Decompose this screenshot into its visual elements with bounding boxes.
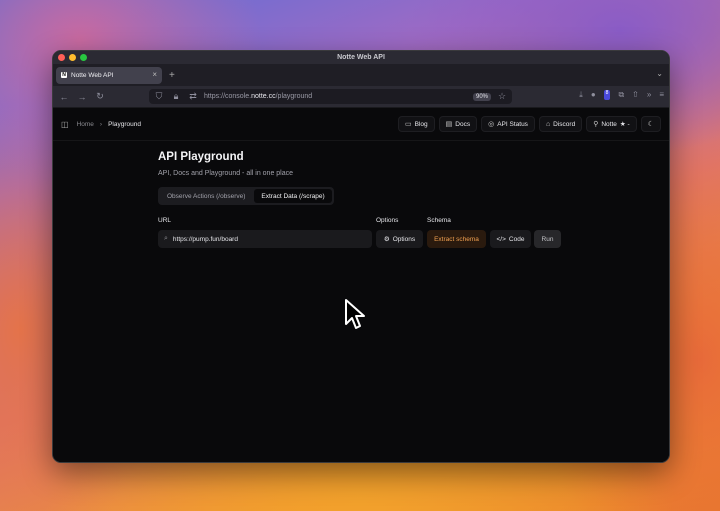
page-subtitle: API, Docs and Playground - all in one pl…	[158, 170, 294, 177]
zoom-window-button[interactable]	[80, 54, 87, 61]
github-notte-button[interactable]: ⚲ Notte ★ -	[586, 116, 637, 132]
tab-extract-data[interactable]: Extract Data (/scrape)	[254, 189, 332, 203]
window-title: Notte Web API	[337, 54, 385, 61]
downloads-icon[interactable]: ⤓	[579, 90, 583, 100]
navigation-bar: ← → ↻ ⛉ 🔒︎ ⇄ https://console.notte.cc/pl…	[53, 86, 669, 108]
tab-close-icon[interactable]: ×	[152, 71, 157, 79]
tab-observe-actions[interactable]: Observe Actions (/observe)	[160, 189, 252, 203]
moon-icon: ☾	[647, 121, 654, 128]
discord-button[interactable]: ⌂ Discord	[538, 116, 583, 132]
gear-icon: ⚙	[383, 236, 390, 243]
status-check-icon: ◎	[488, 121, 495, 128]
discord-icon: ⌂	[545, 120, 551, 128]
new-tab-icon[interactable]: +	[169, 70, 175, 81]
theme-toggle-button[interactable]: ☾	[640, 116, 661, 132]
list-tabs-chevron-icon[interactable]: ⌄	[656, 69, 663, 78]
field-labels: URL Options Schema	[158, 217, 578, 227]
minimize-window-button[interactable]	[69, 54, 76, 61]
page-title: API Playground	[158, 151, 244, 163]
search-icon: ⌕	[164, 235, 168, 242]
bookmark-star-icon[interactable]: ☆	[496, 91, 508, 102]
menu-icon[interactable]: ≡	[659, 90, 664, 100]
zoom-level-badge[interactable]: 90%	[472, 92, 491, 101]
options-button[interactable]: ⚙ Options	[376, 230, 423, 248]
url-text[interactable]: https://console.notte.cc/playground	[204, 93, 468, 100]
extensions-puzzle-icon[interactable]: ⧉	[618, 90, 624, 100]
book-icon: ▭	[405, 121, 412, 128]
options-label: Options	[376, 217, 399, 224]
blog-button[interactable]: ▭ Blog	[398, 116, 435, 132]
title-bar: Notte Web API	[53, 51, 669, 64]
breadcrumb-current: Playground	[108, 120, 141, 128]
close-window-button[interactable]	[58, 54, 65, 61]
star-icon: ★ -	[619, 121, 630, 128]
forward-arrow-icon[interactable]: →	[76, 92, 88, 102]
shield-icon[interactable]: ⛉	[153, 91, 165, 102]
docs-button[interactable]: ▤ Docs	[438, 116, 478, 132]
share-icon[interactable]: ⇧	[632, 90, 639, 100]
toolbar-icons: ⤓ ● 8 ⧉ ⇧ » ≡	[579, 90, 664, 100]
schema-label: Schema	[427, 217, 451, 224]
back-arrow-icon[interactable]: ←	[58, 92, 70, 102]
app-header: ◫ Home › Playground ▭ Blog ▤ Docs ◎ API …	[53, 108, 669, 141]
sidebar-toggle-icon[interactable]: ◫	[61, 120, 69, 129]
traffic-lights	[58, 54, 87, 61]
run-button[interactable]: Run	[534, 230, 561, 248]
breadcrumb-separator-icon: ›	[99, 120, 103, 128]
tab-bar: N Notte Web API × + ⌄	[53, 64, 669, 86]
extension-badge-icon[interactable]: 8	[603, 90, 611, 100]
code-button[interactable]: </> Code	[490, 230, 531, 248]
notte-favicon-icon: N	[61, 72, 67, 78]
url-label: URL	[158, 217, 172, 224]
github-icon: ⚲	[593, 121, 599, 128]
permissions-icon[interactable]: ⇄	[187, 91, 199, 102]
breadcrumb-home[interactable]: Home	[77, 121, 94, 128]
mode-tabs: Observe Actions (/observe) Extract Data …	[158, 187, 334, 205]
api-status-button[interactable]: ◎ API Status	[481, 116, 535, 132]
breadcrumb: Home › Playground	[77, 121, 141, 128]
extract-schema-button[interactable]: Extract schema	[427, 230, 486, 248]
lock-icon[interactable]: 🔒︎	[170, 91, 182, 102]
header-actions: ▭ Blog ▤ Docs ◎ API Status ⌂ Discord ⚲ N…	[398, 116, 661, 132]
tab-label: Notte Web API	[71, 71, 114, 79]
address-bar[interactable]: ⛉ 🔒︎ ⇄ https://console.notte.cc/playgrou…	[149, 89, 512, 104]
controls-row: ⌕ ⚙ Options Extract schema </> Code Run	[158, 230, 578, 248]
tab-notte-web-api[interactable]: N Notte Web API ×	[56, 66, 162, 84]
reload-icon[interactable]: ↻	[94, 91, 106, 102]
browser-window: Notte Web API N Notte Web API × + ⌄ ← → …	[52, 50, 670, 463]
code-icon: </>	[496, 235, 506, 243]
overflow-chevrons-icon[interactable]: »	[647, 90, 651, 100]
account-icon[interactable]: ●	[591, 90, 596, 100]
url-input[interactable]	[172, 235, 343, 243]
mouse-pointer-icon	[345, 299, 365, 329]
document-icon: ▤	[445, 121, 453, 128]
playground-panel: API Playground API, Docs and Playground …	[158, 151, 578, 248]
page-content: ◫ Home › Playground ▭ Blog ▤ Docs ◎ API …	[53, 108, 669, 462]
url-input-wrapper[interactable]: ⌕	[158, 230, 372, 248]
